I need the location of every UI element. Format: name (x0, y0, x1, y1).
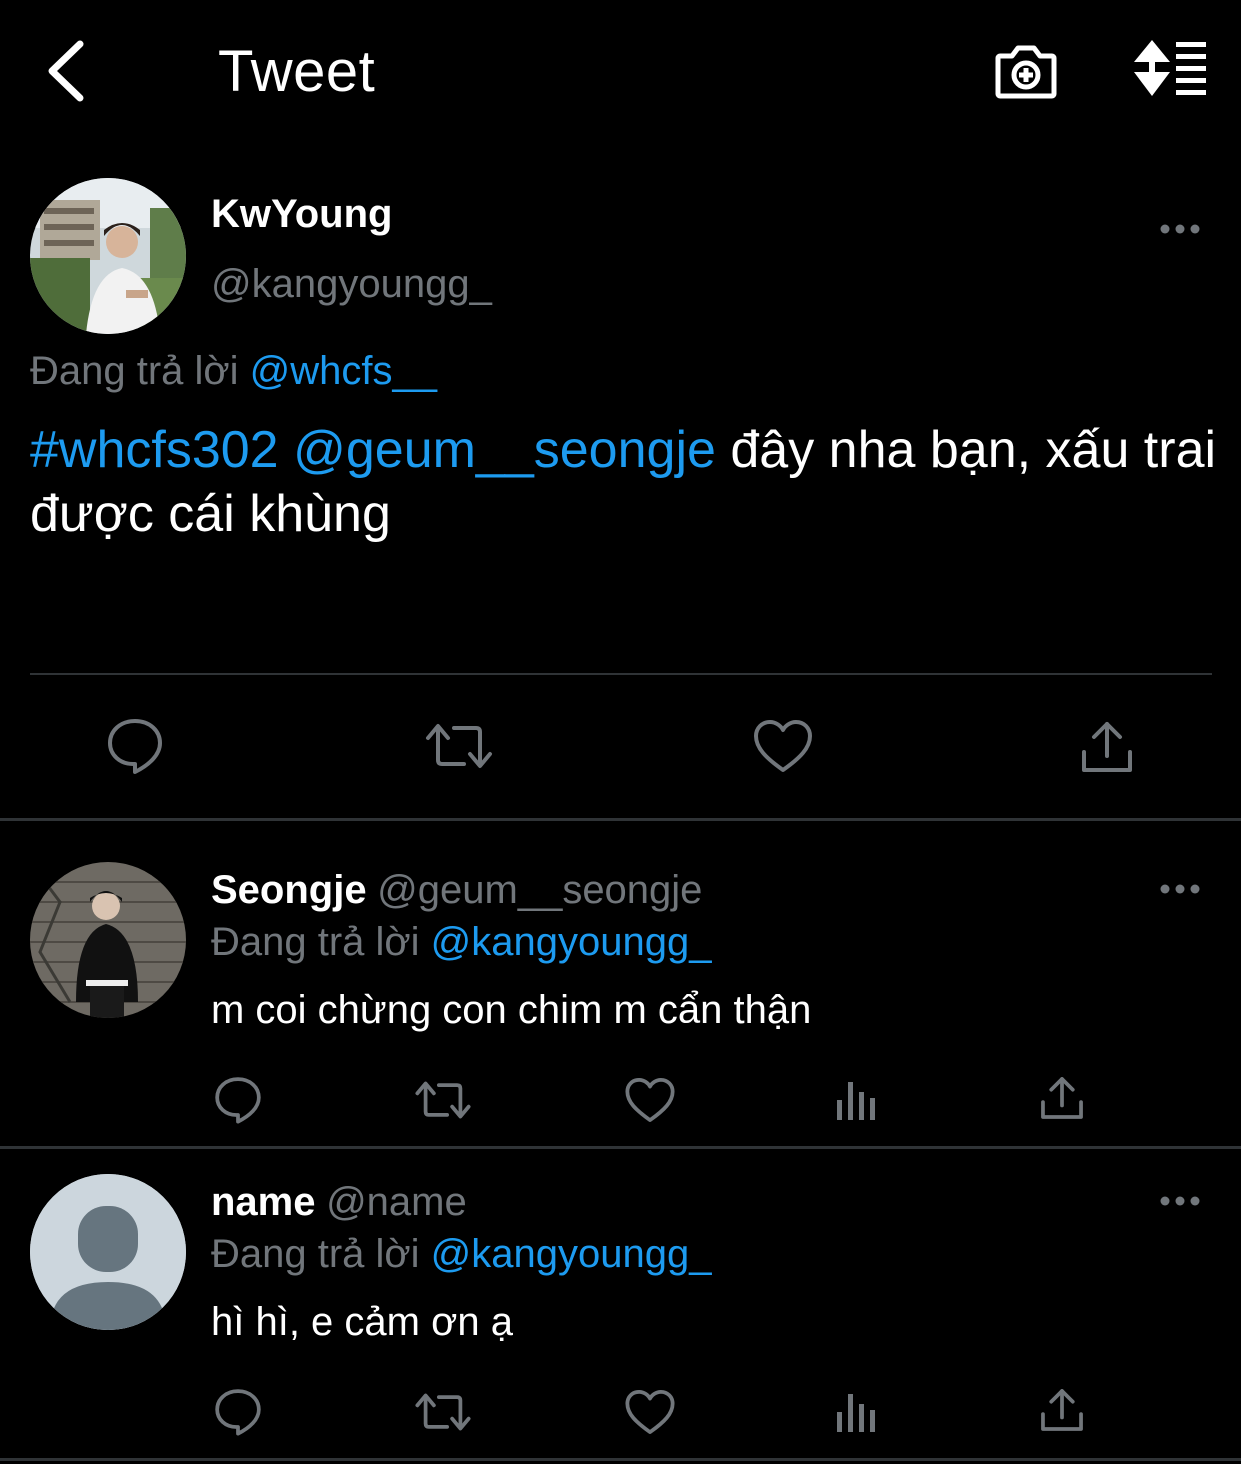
divider (0, 1458, 1241, 1461)
page-title: Tweet (218, 39, 376, 104)
reply-icon[interactable] (105, 716, 165, 776)
display-name[interactable]: name (211, 1180, 316, 1224)
replying-to-handle[interactable]: @kangyoungg_ (431, 1232, 712, 1276)
divider (30, 673, 1212, 675)
replying-to: Đang trả lời @whcfs__ (30, 349, 437, 394)
default-avatar-icon (30, 1174, 186, 1330)
mention-link[interactable]: @geum__seongje (293, 421, 716, 479)
reply-icon[interactable] (213, 1387, 263, 1437)
retweet-icon[interactable] (414, 1390, 472, 1434)
user-handle[interactable]: @geum__seongje (377, 868, 702, 912)
reply-icon[interactable] (213, 1075, 263, 1125)
retweet-icon[interactable] (424, 720, 494, 772)
reply-text: hì hì, e cảm ơn ạ (211, 1300, 513, 1344)
replying-to-handle[interactable]: @kangyoungg_ (431, 920, 712, 964)
replying-to: Đang trả lời @kangyoungg_ (211, 920, 712, 965)
avatar-photo (30, 178, 186, 334)
replying-to-label: Đang trả lời (211, 1232, 420, 1276)
analytics-icon[interactable] (834, 1078, 878, 1122)
analytics-icon[interactable] (834, 1390, 878, 1434)
user-handle[interactable]: @name (326, 1180, 467, 1224)
divider (0, 818, 1241, 821)
share-icon[interactable] (1078, 718, 1136, 776)
replying-to-label: Đang trả lời (30, 349, 239, 393)
like-icon[interactable] (752, 718, 814, 774)
avatar[interactable] (30, 1174, 186, 1330)
like-icon[interactable] (624, 1076, 676, 1124)
share-icon[interactable] (1038, 1386, 1086, 1434)
avatar-photo (30, 862, 186, 1018)
display-name[interactable]: Seongje (211, 868, 367, 912)
share-icon[interactable] (1038, 1074, 1086, 1122)
more-icon[interactable] (1160, 223, 1200, 235)
divider (0, 1146, 1241, 1149)
reply-text: m coi chừng con chim m cẩn thận (211, 988, 812, 1032)
replying-to: Đang trả lời @kangyoungg_ (211, 1232, 712, 1277)
avatar[interactable] (30, 178, 186, 334)
display-name[interactable]: KwYoung (211, 192, 392, 237)
top-bar: Tweet (0, 0, 1241, 140)
sort-icon[interactable] (1130, 40, 1210, 100)
avatar[interactable] (30, 862, 186, 1018)
more-icon[interactable] (1160, 1195, 1200, 1207)
hashtag-link[interactable]: #whcfs302 (30, 421, 279, 479)
like-icon[interactable] (624, 1388, 676, 1436)
reply-author: name @name (211, 1180, 467, 1225)
more-icon[interactable] (1160, 883, 1200, 895)
replying-to-handle[interactable]: @whcfs__ (250, 349, 437, 393)
replying-to-label: Đang trả lời (211, 920, 420, 964)
user-handle[interactable]: @kangyoungg_ (211, 262, 492, 307)
tweet-text: #whcfs302 @geum__seongje đây nha bạn, xấ… (30, 418, 1235, 546)
chevron-left-icon[interactable] (40, 38, 100, 104)
reply-author: Seongje @geum__seongje (211, 868, 702, 913)
retweet-icon[interactable] (414, 1078, 472, 1122)
camera-add-icon[interactable] (994, 38, 1058, 102)
